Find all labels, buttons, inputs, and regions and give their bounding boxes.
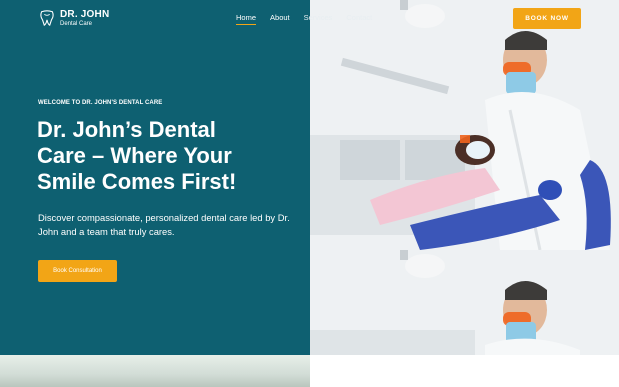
brand-text: DR. JOHN Dental Care	[60, 8, 110, 27]
hero-headline: Dr. John’s Dental Care – Where Your Smil…	[37, 117, 297, 195]
brand-logo[interactable]: DR. JOHN Dental Care	[38, 9, 109, 27]
nav-services[interactable]: Services	[304, 13, 333, 25]
next-section-blank	[310, 355, 619, 387]
hero-headline-line-2: Care – Where Your	[37, 143, 232, 168]
hero-eyebrow: WELCOME TO DR. JOHN'S DENTAL CARE	[38, 100, 163, 106]
main-nav: Home About Services Contact	[236, 13, 372, 25]
nav-contact[interactable]: Contact	[346, 13, 372, 25]
hero-image	[310, 0, 619, 355]
next-section	[0, 355, 619, 387]
book-consultation-button[interactable]: Book Consultation	[38, 260, 117, 282]
next-section-image	[0, 355, 310, 387]
tooth-logo-icon	[40, 10, 54, 26]
hero-subtext: Discover compassionate, personalized den…	[38, 212, 290, 237]
brand-subtitle: Dental Care	[60, 20, 93, 27]
brand-name: DR. JOHN	[60, 8, 110, 20]
hero-headline-line-3: Smile Comes First!	[37, 169, 237, 194]
book-now-button[interactable]: BOOK NOW	[513, 8, 581, 29]
nav-home[interactable]: Home	[236, 13, 257, 25]
site-header: DR. JOHN Dental Care Home About Services…	[0, 0, 619, 36]
nav-about[interactable]: About	[270, 13, 290, 25]
hero-headline-line-1: Dr. John’s Dental	[37, 117, 216, 142]
dentist-photo	[310, 0, 619, 355]
